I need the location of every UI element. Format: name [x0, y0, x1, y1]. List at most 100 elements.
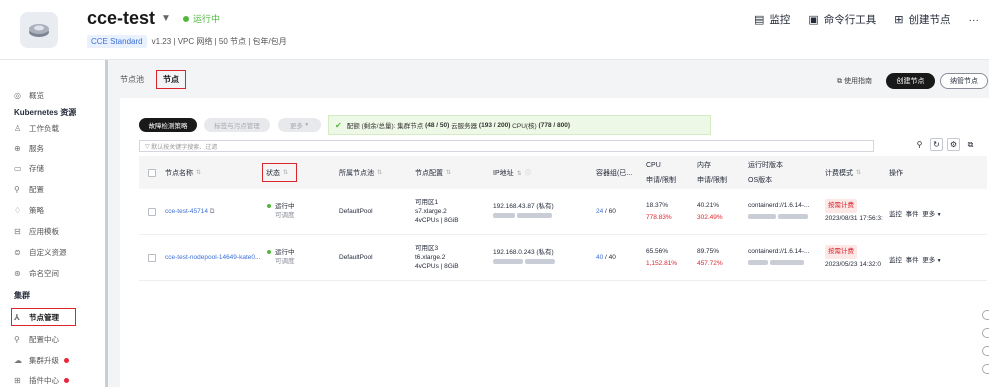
- floating-help-icon[interactable]: [982, 328, 989, 338]
- column-config[interactable]: 节点配置 ⇅: [415, 156, 451, 189]
- node-pool: DefaultPool: [339, 208, 373, 215]
- kubectl-button[interactable]: ▣ 命令行工具: [808, 12, 876, 27]
- more-icon[interactable]: ···: [969, 14, 980, 26]
- guide-icon: ⧉: [837, 78, 844, 85]
- sidebar-item-label: 命名空间: [29, 269, 59, 278]
- column-label: IP地址: [493, 169, 514, 177]
- events-action[interactable]: 事件: [906, 257, 919, 264]
- sort-icon: ⇅: [196, 170, 202, 176]
- sidebar-item-crd[interactable]: ⊜ 自定义资源: [14, 247, 67, 258]
- column-label: CPU: [646, 161, 661, 169]
- availability-zone: 可用区3: [415, 245, 439, 252]
- quota-cpu: (778 / 800): [538, 121, 570, 129]
- floating-helper-icon[interactable]: [982, 310, 989, 320]
- label-taint-button[interactable]: 标签与污点管理: [204, 118, 270, 132]
- monitor-action[interactable]: 监控: [889, 257, 902, 264]
- column-ops: 操作: [889, 156, 903, 189]
- row-checkbox[interactable]: [148, 208, 156, 216]
- export-icon[interactable]: ⧉: [964, 138, 977, 151]
- memory-request: 89.75%: [697, 248, 720, 255]
- flavor: s7.xlarge.2: [415, 208, 447, 215]
- chevron-down-icon[interactable]: ▼: [161, 13, 171, 24]
- cluster-subinfo: CCE Standard v1.23 | VPC 网络 | 50 节点 | 包年…: [87, 35, 287, 48]
- monitor-action[interactable]: 监控: [889, 211, 902, 218]
- more-action[interactable]: 更多: [922, 211, 935, 218]
- sidebar-item-label: 自定义资源: [29, 248, 67, 257]
- chevron-down-icon: ▼: [935, 258, 942, 264]
- sidebar-item-config[interactable]: ⚲ 配置: [14, 184, 44, 195]
- column-cpu: CPU 申请/限制: [646, 156, 676, 189]
- copy-icon[interactable]: ⧉: [208, 208, 215, 215]
- sidebar-item-nodes[interactable]: ⅄ 节点管理: [14, 312, 59, 323]
- column-pool[interactable]: 所属节点池 ⇅: [339, 156, 382, 189]
- refresh-icon[interactable]: ↻: [930, 138, 943, 151]
- quota-cpu-label: CPU(核): [512, 123, 537, 130]
- pod-count-link[interactable]: 40: [596, 254, 603, 261]
- sidebar-item-upgrade[interactable]: ☁ 集群升级: [14, 355, 69, 366]
- quota-servers: (193 / 200): [478, 121, 511, 129]
- settings-icon[interactable]: ⚙: [947, 138, 960, 151]
- row-checkbox[interactable]: [148, 254, 156, 262]
- floating-service-icon[interactable]: [982, 364, 989, 374]
- node-name-link[interactable]: cce-test-nodepool-14649-kate0...: [165, 254, 260, 261]
- pod-count: 40 / 40: [596, 254, 616, 261]
- node-name-link[interactable]: cce-test-45714 ⧉: [165, 208, 214, 216]
- node-name: cce-test-45714: [165, 208, 208, 215]
- column-ip[interactable]: IP地址 ⇅ ⓘ: [493, 156, 531, 189]
- sidebar-item-services[interactable]: ⊕ 服务: [14, 143, 44, 154]
- sidebar-item-label: 概览: [29, 91, 44, 100]
- select-all-checkbox[interactable]: [148, 169, 156, 177]
- runtime-text: containerd://1.6.14-...: [748, 248, 810, 255]
- sidebar-item-storage[interactable]: ▭ 存储: [14, 163, 44, 174]
- fault-detection-button[interactable]: 故障检测策略: [139, 118, 197, 132]
- cluster-meta: v1.23 | VPC 网络 | 50 节点 | 包年/包月: [151, 37, 287, 46]
- manage-node-button[interactable]: 纳管节点: [940, 73, 988, 89]
- more-action[interactable]: 更多: [922, 257, 935, 264]
- column-billing[interactable]: 计费模式 ⇅: [825, 156, 861, 189]
- column-label: 所属节点池: [339, 169, 374, 177]
- usage-guide-link[interactable]: ⧉ 使用指南: [837, 76, 872, 86]
- column-runtime: 运行时版本 OS版本: [748, 156, 783, 189]
- status-column-highlight: [262, 163, 297, 182]
- sidebar-item-label: 插件中心: [29, 376, 59, 385]
- create-node-header-button[interactable]: ⊞ 创建节点: [894, 12, 950, 27]
- sidebar-item-policy[interactable]: ♢ 策略: [14, 205, 44, 216]
- quota-nodes: (48 / 50): [425, 121, 450, 129]
- column-sublabel: 申请/限制: [697, 176, 727, 184]
- chevron-down-icon: ▼: [935, 212, 942, 218]
- sidebar-item-addons[interactable]: ⊞ 插件中心: [14, 375, 69, 386]
- runtime-version: containerd://1.6.14-...: [748, 246, 809, 270]
- cluster-header: cce-test ▼ 运行中 CCE Standard v1.23 | VPC …: [0, 0, 989, 60]
- check-icon: ✔: [335, 120, 342, 130]
- pod-count-link[interactable]: 24: [596, 208, 603, 215]
- cluster-title[interactable]: cce-test ▼ 运行中: [87, 8, 220, 29]
- sidebar-item-templates[interactable]: ⊟ 应用模板: [14, 226, 59, 237]
- table-row: cce-test-45714 ⧉ 运行中 可调度 DefaultPool 可用区…: [139, 190, 987, 235]
- terminal-icon: ▣: [808, 14, 819, 26]
- chevron-down-icon: ▼: [302, 122, 310, 128]
- tab-nodes[interactable]: 节点: [156, 70, 186, 89]
- sidebar-item-label: 节点管理: [29, 313, 59, 322]
- floating-feedback-icon[interactable]: [982, 346, 989, 356]
- guide-label: 使用指南: [843, 78, 872, 85]
- events-action[interactable]: 事件: [906, 211, 919, 218]
- column-label: 容器组(已...: [596, 169, 633, 177]
- search-input[interactable]: ▽ 默认按关键字搜索、过滤: [139, 140, 874, 152]
- more-dropdown-button[interactable]: 更多 ▼: [278, 118, 321, 132]
- redacted-os: [748, 258, 809, 270]
- create-node-button[interactable]: 创建节点: [886, 73, 935, 89]
- search-icon[interactable]: ⚲: [913, 138, 926, 151]
- tab-nodepool[interactable]: 节点池: [120, 74, 144, 85]
- column-name[interactable]: 节点名称 ⇅: [165, 156, 201, 189]
- sidebar-item-workloads[interactable]: ♙ 工作负载: [14, 123, 59, 134]
- monitor-button[interactable]: ▤ 监控: [754, 12, 790, 27]
- sidebar-item-label: 存储: [29, 164, 44, 173]
- sort-icon: ⇅: [446, 170, 452, 176]
- redacted-ip: [493, 258, 555, 268]
- sidebar-item-overview[interactable]: ◎ 概览: [14, 90, 44, 101]
- sidebar-item-config-center[interactable]: ⚲ 配置中心: [14, 334, 59, 345]
- sidebar-item-namespaces[interactable]: ⊛ 命名空间: [14, 268, 59, 279]
- billing-badge: 按需计费: [825, 199, 857, 213]
- cluster-logo: [20, 12, 58, 48]
- column-label: 操作: [889, 169, 903, 177]
